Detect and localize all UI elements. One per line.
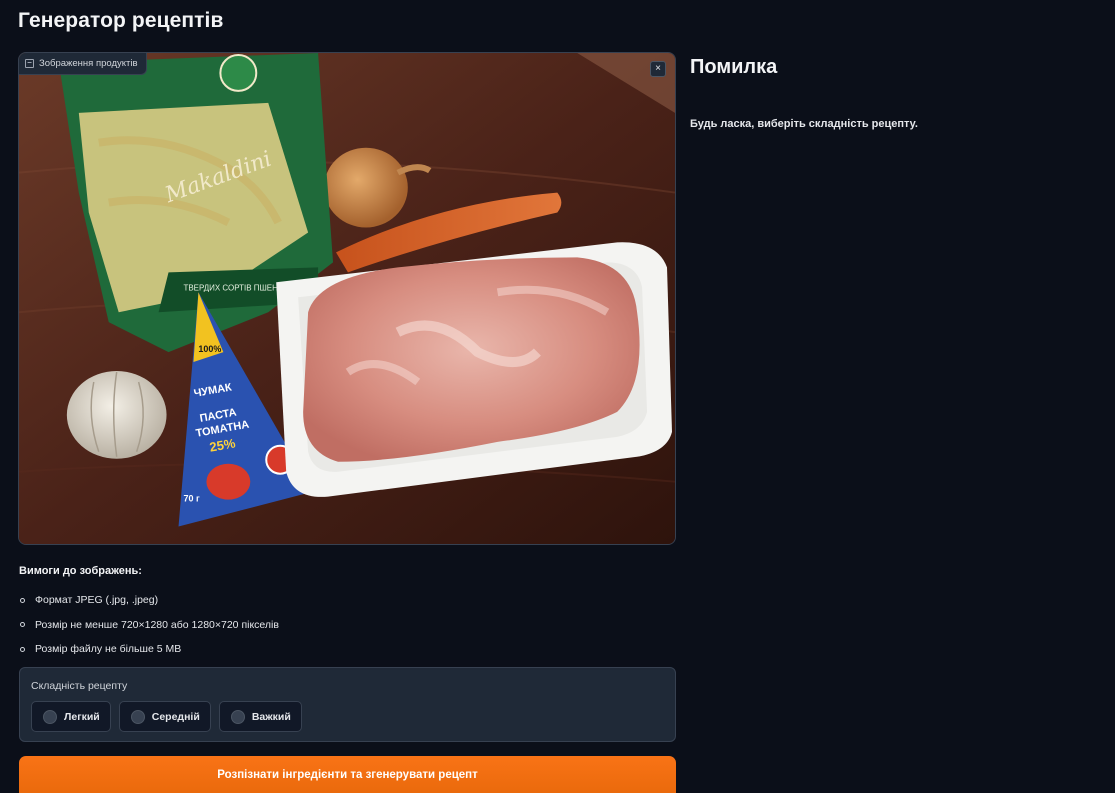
image-input-label-text: Зображення продуктів [39,58,138,69]
bullet-icon [20,622,25,628]
image-input-label: Зображення продуктів [19,53,147,75]
bullet-icon [20,597,25,603]
difficulty-option-medium[interactable]: Середній [118,701,211,732]
generate-recipe-button[interactable]: Розпізнати інгредієнти та згенерувати ре… [19,756,676,793]
radio-icon[interactable] [230,709,245,724]
difficulty-option-easy[interactable]: Легкий [31,701,111,732]
difficulty-label: Складність рецепту [31,680,128,692]
image-upload-panel[interactable]: Зображення продуктів × Makaldini ТВЕРДИХ… [18,52,676,545]
list-item: Розмір не менше 720×1280 або 1280×720 пі… [19,613,279,638]
difficulty-option-label: Легкий [64,710,100,723]
products-photo: Makaldini ТВЕРДИХ СОРТІВ ПШЕНИЦІ 100% ЧУ… [19,53,675,544]
bullet-icon [20,646,25,652]
radio-icon[interactable] [43,709,57,724]
list-item: Розмір файлу не більше 5 MB [19,637,279,662]
page-title: Генератор рецептів [18,9,224,32]
image-icon [25,59,34,68]
requirements-title: Вимоги до зображень: [19,565,142,577]
radio-icon[interactable] [130,709,145,724]
error-title: Помилка [690,56,778,78]
clear-image-button[interactable]: × [650,61,666,77]
requirement-text: Розмір файлу не більше 5 MB [35,643,182,656]
difficulty-option-hard[interactable]: Важкий [218,701,302,732]
difficulty-option-label: Важкий [251,710,291,723]
paste-weight-text: 70 г [183,494,199,504]
requirement-text: Розмір не менше 720×1280 або 1280×720 пі… [35,618,279,631]
difficulty-option-label: Середній [151,710,200,723]
requirement-text: Формат JPEG (.jpg, .jpeg) [35,594,159,607]
error-message: Будь ласка, виберіть складність рецепту. [690,118,918,130]
difficulty-selector: Складність рецепту Легкий Середній Важки… [19,667,676,742]
difficulty-options: Легкий Середній Важкий [31,701,302,732]
paste-badge-text: 100% [198,344,221,354]
pasta-package-text: ТВЕРДИХ СОРТІВ ПШЕНИЦІ [183,283,291,292]
requirements-list: Формат JPEG (.jpg, .jpeg) Розмір не менш… [19,588,279,662]
list-item: Формат JPEG (.jpg, .jpeg) [19,588,279,613]
